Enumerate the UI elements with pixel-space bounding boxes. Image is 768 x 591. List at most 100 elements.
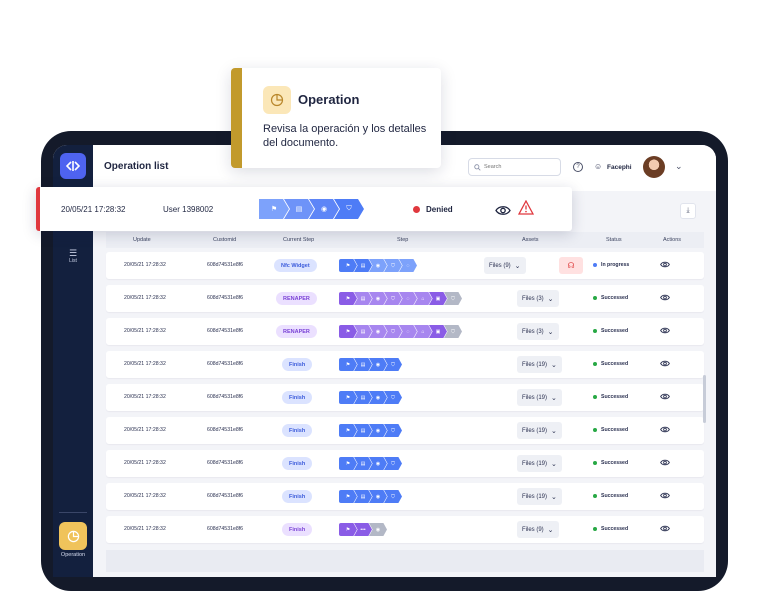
download-button[interactable]: ⤓ <box>680 203 696 219</box>
status-label: Successed <box>601 493 629 499</box>
support-headset-icon[interactable]: ☊ <box>559 257 583 274</box>
cell-update: 20/05/21 17:28:32 <box>124 493 166 499</box>
files-label: Files (19) <box>522 460 548 467</box>
table-row[interactable]: 20/05/21 17:28:32 608d74531e8f6 Nfc Widg… <box>106 252 704 279</box>
step-chevron: ⚑ <box>339 457 357 470</box>
user-name[interactable]: Facephi <box>607 164 632 171</box>
table-row[interactable]: 20/05/21 17:28:32 608d74531e8f6 RENAPER … <box>106 318 704 345</box>
status-badge: Denied <box>413 205 453 214</box>
files-dropdown[interactable]: Files (19) ⌄ <box>517 488 562 505</box>
view-eye-icon[interactable] <box>660 360 670 367</box>
highlight-user: User 1398002 <box>163 205 214 214</box>
view-eye-icon[interactable] <box>660 393 670 400</box>
status-badge: Successed <box>593 493 628 499</box>
operation-tooltip: Operation Revisa la operación y los deta… <box>231 68 441 168</box>
table-row[interactable]: 20/05/21 17:28:32 608d74531e8f6 RENAPER … <box>106 285 704 312</box>
status-label: Successed <box>601 460 629 466</box>
view-eye-icon[interactable] <box>660 492 670 499</box>
step-chevron: ⚑ <box>339 523 357 536</box>
cell-customid: 608d74531e8f6 <box>207 361 244 367</box>
highlighted-operation-row[interactable]: 20/05/21 17:28:32 User 1398002 ⚑ ▤ ◉ ⛉ D… <box>36 187 572 231</box>
sidebar-item-list-label: List <box>69 258 77 264</box>
table-row[interactable]: 20/05/21 17:28:32 608d74531e8f6 Finish ⚑… <box>106 417 704 444</box>
view-eye-icon[interactable] <box>495 203 511 221</box>
column-header-actions[interactable]: Actions <box>663 237 681 243</box>
pie-chart-icon <box>67 530 79 542</box>
sidebar-item-list[interactable]: ☰ List <box>53 248 93 264</box>
step-chevron: ⚑ <box>339 358 357 371</box>
cell-update: 20/05/21 17:28:32 <box>124 427 166 433</box>
files-label: Files (19) <box>522 427 548 434</box>
chevron-down-icon: ⌄ <box>551 394 557 402</box>
help-icon[interactable]: ? <box>573 162 583 172</box>
status-dot <box>593 263 597 267</box>
files-dropdown[interactable]: Files (9) ⌄ <box>517 521 559 538</box>
avatar[interactable] <box>643 156 665 178</box>
column-header-step[interactable]: Step <box>397 237 408 243</box>
step-chevron: ⚑ <box>339 259 357 272</box>
files-label: Files (3) <box>522 295 544 302</box>
step-chevron: ⚑ <box>339 424 357 437</box>
chevron-down-icon[interactable]: ⌄ <box>675 161 683 172</box>
table-row[interactable]: 20/05/21 17:28:32 608d74531e8f6 Finish ⚑… <box>106 351 704 378</box>
cell-update: 20/05/21 17:28:32 <box>124 460 166 466</box>
step-progress: ⚑ ▤ ◉ ⛉ ◌ ⌂ ▣ ⛉ <box>339 325 462 338</box>
table-row[interactable]: 20/05/21 17:28:32 608d74531e8f6 Finish ⚑… <box>106 450 704 477</box>
files-dropdown[interactable]: Files (19) ⌄ <box>517 455 562 472</box>
sidebar-item-operation[interactable] <box>59 522 87 550</box>
table-row[interactable]: 20/05/21 17:28:32 608d74531e8f6 Finish ⚑… <box>106 483 704 510</box>
cell-customid: 608d74531e8f6 <box>207 394 244 400</box>
current-step-badge: Finish <box>282 457 313 470</box>
search-input[interactable] <box>484 164 558 170</box>
table-row[interactable]: 20/05/21 17:28:32 608d74531e8f6 Finish ⚑… <box>106 516 704 543</box>
status-label: Successed <box>601 361 629 367</box>
view-eye-icon[interactable] <box>660 327 670 334</box>
flag-icon: ⚑ <box>259 199 289 219</box>
files-dropdown[interactable]: Files (3) ⌄ <box>517 323 559 340</box>
step-progress: ⚑ ▤ ◉ ⛉ <box>339 457 402 470</box>
files-dropdown[interactable]: Files (9) ⌄ <box>484 257 526 274</box>
files-label: Files (19) <box>522 361 548 368</box>
status-dot <box>593 494 597 498</box>
cell-customid: 608d74531e8f6 <box>207 262 244 268</box>
view-eye-icon[interactable] <box>660 459 670 466</box>
files-label: Files (19) <box>522 493 548 500</box>
table-row[interactable]: 20/05/21 17:28:32 608d74531e8f6 Finish ⚑… <box>106 384 704 411</box>
view-eye-icon[interactable] <box>660 294 670 301</box>
tooltip-pie-chart-icon <box>263 86 291 114</box>
current-step-badge: RENAPER <box>276 325 317 338</box>
files-dropdown[interactable]: Files (19) ⌄ <box>517 356 562 373</box>
step-progress: ⚑ ▤ ◉ ⛉ <box>339 358 402 371</box>
files-dropdown[interactable]: Files (19) ⌄ <box>517 422 562 439</box>
files-dropdown[interactable]: Files (19) ⌄ <box>517 389 562 406</box>
cell-update: 20/05/21 17:28:32 <box>124 394 166 400</box>
status-dot <box>593 461 597 465</box>
chevron-down-icon: ⌄ <box>547 295 554 303</box>
view-eye-icon[interactable] <box>660 426 670 433</box>
app-logo[interactable] <box>60 153 86 179</box>
files-dropdown[interactable]: Files (3) ⌄ <box>517 290 559 307</box>
cell-customid: 608d74531e8f6 <box>207 328 244 334</box>
step-progress: ⚑ ▤ ◉ ⛉ ◌ <box>339 259 417 272</box>
column-header-current-step[interactable]: Current Step <box>283 237 314 243</box>
files-label: Files (9) <box>522 526 544 533</box>
warning-icon[interactable] <box>517 199 535 220</box>
scrollbar[interactable] <box>703 375 706 423</box>
view-eye-icon[interactable] <box>660 261 670 268</box>
step-chevron: ⚑ <box>339 490 357 503</box>
column-header-status[interactable]: Status <box>606 237 622 243</box>
column-header-assets[interactable]: Assets <box>522 237 539 243</box>
status-badge: In progress <box>593 262 629 268</box>
column-header-customid[interactable]: Customid <box>213 237 236 243</box>
logo-icon <box>66 161 80 171</box>
chevron-down-icon: ⌄ <box>547 328 554 336</box>
step-progress: ⚑ ••• ◉ <box>339 523 387 536</box>
view-eye-icon[interactable] <box>660 525 670 532</box>
column-header-update[interactable]: Update <box>133 237 151 243</box>
status-label: Successed <box>601 526 629 532</box>
highlight-date: 20/05/21 17:28:32 <box>61 205 126 214</box>
list-icon: ☰ <box>68 248 78 258</box>
search-box[interactable] <box>468 158 561 176</box>
status-label: Successed <box>601 394 629 400</box>
cell-customid: 608d74531e8f6 <box>207 460 244 466</box>
